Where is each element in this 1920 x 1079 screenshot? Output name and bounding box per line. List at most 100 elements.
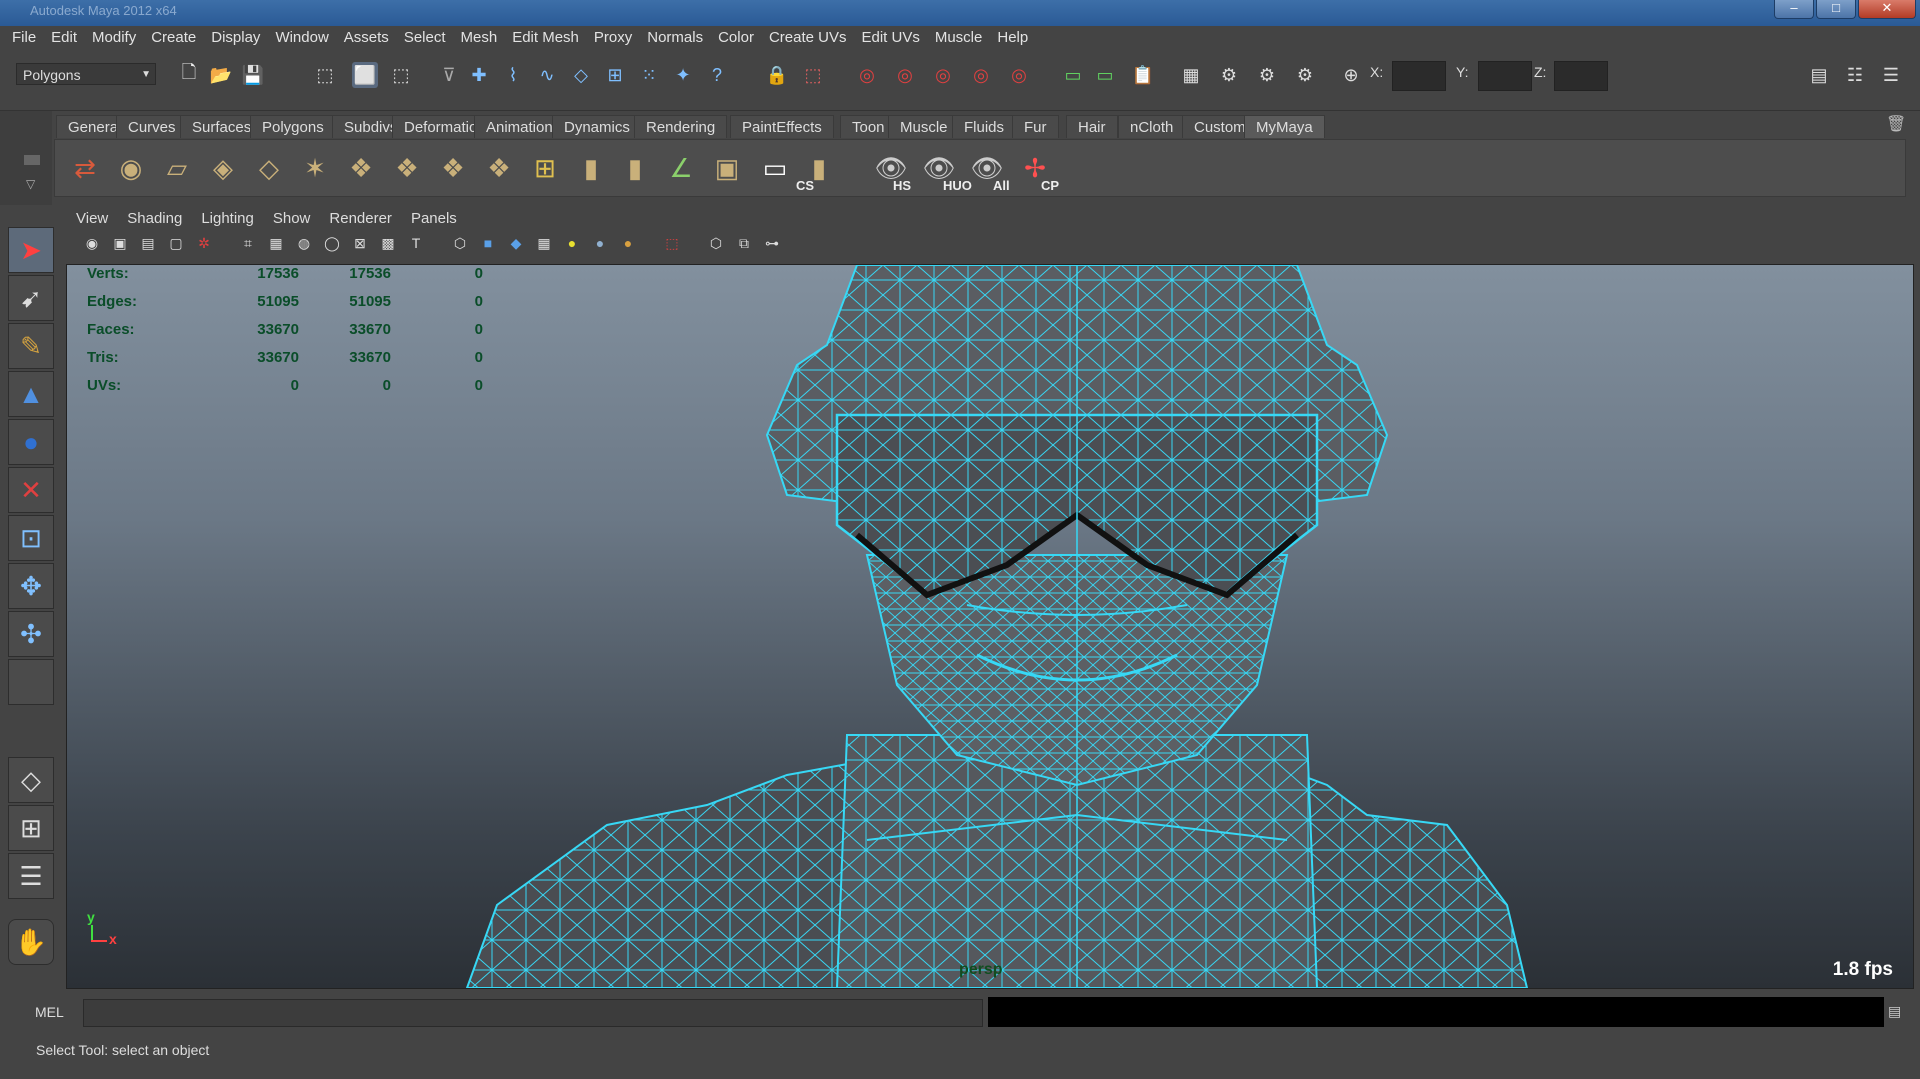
shelf-merge-icon[interactable]: ❖ (433, 148, 473, 188)
lock-icon[interactable]: 🔒 (764, 62, 790, 88)
shelf-tab-hair[interactable]: Hair (1066, 115, 1118, 138)
bounding-box-icon[interactable]: ⊠ (350, 233, 370, 253)
shelf-tab-curves[interactable]: Curves (116, 115, 188, 138)
wireframe-icon[interactable]: ⌗ (238, 233, 258, 253)
menu-help[interactable]: Help (997, 29, 1028, 46)
menu-color[interactable]: Color (718, 29, 754, 46)
camera-attributes-icon[interactable]: ▣ (110, 233, 130, 253)
shelf-menu-icon[interactable] (24, 155, 40, 165)
menu-assets[interactable]: Assets (344, 29, 389, 46)
share-icon[interactable]: ⊶ (762, 233, 782, 253)
open-scene-icon[interactable]: 📂 (208, 62, 234, 88)
panel-menu-view[interactable]: View (76, 210, 108, 227)
menu-window[interactable]: Window (275, 29, 328, 46)
shelf-stack-icon[interactable]: ▮ (799, 148, 839, 188)
x-coord-field[interactable] (1392, 61, 1446, 91)
shelf-poly-plane-icon[interactable]: ▱ (157, 148, 197, 188)
script-editor-icon[interactable]: ▤ (1888, 1003, 1906, 1021)
shelf-smooth-icon[interactable]: ❖ (341, 148, 381, 188)
tool-settings-toggle-icon[interactable]: ☷ (1842, 62, 1868, 88)
flat-shade-icon[interactable]: ◯ (322, 233, 342, 253)
shelf-poly-sphere-icon[interactable]: ◉ (111, 148, 151, 188)
menu-set-selector[interactable]: Polygons ▼ (16, 63, 156, 85)
mel-input[interactable] (83, 999, 983, 1027)
move-tool-icon[interactable]: ▲ (8, 371, 54, 417)
menu-muscle[interactable]: Muscle (935, 29, 983, 46)
snap-point-icon[interactable]: ∿ (534, 62, 560, 88)
single-pane-layout-icon[interactable]: ◇ (8, 757, 54, 803)
snap-plane-icon[interactable]: ◇ (568, 62, 594, 88)
film-gate-icon[interactable]: ✲ (194, 233, 214, 253)
render-view-icon[interactable]: ◎ (1006, 62, 1032, 88)
last-tool-icon[interactable]: ✣ (8, 611, 54, 657)
clipboard-icon[interactable]: 📋 (1130, 62, 1156, 88)
shelf-split-icon[interactable]: ✶ (295, 148, 335, 188)
shelf-extrude-icon[interactable]: ◇ (249, 148, 289, 188)
attribute-editor-icon[interactable]: ▦ (1178, 62, 1204, 88)
channel-box-icon[interactable]: ⚙ (1254, 62, 1280, 88)
trash-icon[interactable]: 🗑 (1886, 114, 1906, 134)
close-button[interactable]: ✕ (1858, 0, 1916, 19)
transform-mode-icon[interactable]: ⊕ (1338, 62, 1364, 88)
new-scene-icon[interactable]: 🗋 (176, 62, 202, 88)
shelf-grid-icon[interactable]: ⊞ (525, 148, 565, 188)
menu-create-uvs[interactable]: Create UVs (769, 29, 847, 46)
image-plane-icon[interactable]: ▢ (166, 233, 186, 253)
menu-edit-uvs[interactable]: Edit UVs (861, 29, 919, 46)
shelf-cs-icon[interactable]: ▭ (755, 148, 795, 188)
snap-live-icon[interactable]: ⊞ (602, 62, 628, 88)
shelf-tab-rendering[interactable]: Rendering (634, 115, 728, 138)
grid-toggle-icon[interactable]: ▦ (266, 233, 286, 253)
shelf-box-icon[interactable]: ▣ (707, 148, 747, 188)
xray-joints-icon[interactable]: ⧉ (734, 233, 754, 253)
textured-icon[interactable]: ▩ (378, 233, 398, 253)
rename-icon[interactable]: ▭ (1092, 62, 1118, 88)
smooth-shade-icon[interactable]: ◍ (294, 233, 314, 253)
rotate-tool-icon[interactable]: ● (8, 419, 54, 465)
shelf-tab-polygons[interactable]: Polygons (250, 115, 336, 138)
layer-editor-icon[interactable]: ⚙ (1292, 62, 1318, 88)
menu-create[interactable]: Create (151, 29, 196, 46)
manipulator-tool-icon[interactable]: ⊡ (8, 515, 54, 561)
perspective-viewport[interactable]: Verts: 17536 17536 0 Edges: 51095 51095 0 Faces:… (66, 264, 1914, 989)
panel-menu-renderer[interactable]: Renderer (329, 210, 392, 227)
z-coord-field[interactable] (1554, 61, 1608, 91)
panel-menu-panels[interactable]: Panels (411, 210, 457, 227)
shaded-cube-icon[interactable]: ■ (478, 233, 498, 253)
maya-logo-icon[interactable]: ✋ (8, 919, 54, 965)
isolate-select-icon[interactable]: ⬚ (662, 233, 682, 253)
scale-tool-icon[interactable]: ✕ (8, 467, 54, 513)
paint-select-tool-icon[interactable]: ✎ (8, 323, 54, 369)
shelf-tab-dynamics[interactable]: Dynamics (552, 115, 642, 138)
menu-proxy[interactable]: Proxy (594, 29, 632, 46)
select-object-icon[interactable]: ⬜ (352, 62, 378, 88)
panel-menu-lighting[interactable]: Lighting (201, 210, 254, 227)
shelf-tab-ncloth[interactable]: nCloth (1118, 115, 1186, 138)
all-lights-icon[interactable]: ● (590, 233, 610, 253)
maximize-button[interactable]: □ (1816, 0, 1856, 19)
shelf-menu-handle[interactable]: ▽ (0, 111, 52, 205)
bookmark-icon[interactable]: ▤ (138, 233, 158, 253)
camera-select-icon[interactable]: ◉ (82, 233, 102, 253)
select-component-icon[interactable]: ⬚ (388, 62, 414, 88)
shelf-duplicate-icon[interactable]: ▮ (615, 148, 655, 188)
input-line-icon[interactable]: ▭ (1060, 62, 1086, 88)
four-pane-layout-icon[interactable]: ⊞ (8, 805, 54, 851)
channel-box-toggle-icon[interactable]: ☰ (1878, 62, 1904, 88)
help-icon[interactable]: ? (704, 62, 730, 88)
hypershade-icon[interactable]: ◎ (968, 62, 994, 88)
soft-mod-tool-icon[interactable]: ✥ (8, 563, 54, 609)
menu-modify[interactable]: Modify (92, 29, 136, 46)
menu-normals[interactable]: Normals (647, 29, 703, 46)
shelf-bevel-icon[interactable]: ❖ (387, 148, 427, 188)
make-live-icon[interactable]: ✦ (670, 62, 696, 88)
panel-menu-show[interactable]: Show (273, 210, 311, 227)
shelf-tab-fluids[interactable]: Fluids (952, 115, 1017, 138)
menu-select[interactable]: Select (404, 29, 446, 46)
panel-menu-shading[interactable]: Shading (127, 210, 182, 227)
default-light-icon[interactable]: ● (562, 233, 582, 253)
shelf-angle-icon[interactable]: ∠ (661, 148, 701, 188)
snap-grid-icon[interactable]: ✚ (466, 62, 492, 88)
wire-on-shaded-icon[interactable]: ◆ (506, 233, 526, 253)
shelf-tab-mymaya[interactable]: MyMaya (1244, 115, 1325, 138)
